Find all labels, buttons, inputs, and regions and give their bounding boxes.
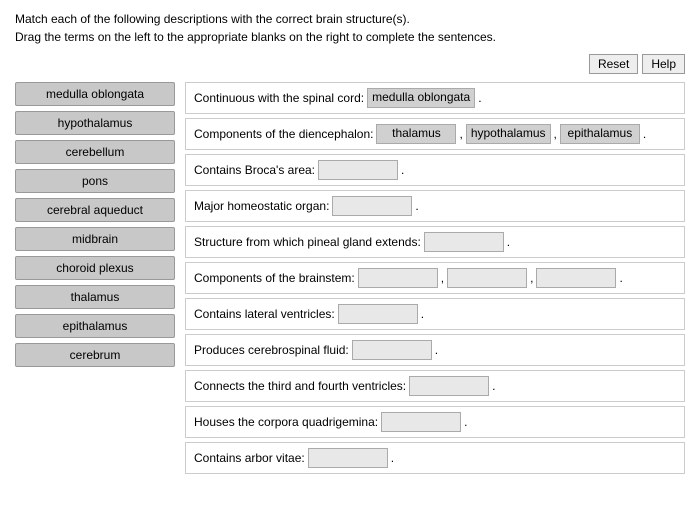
sentence-row: Continuous with the spinal cord: medulla… xyxy=(185,82,685,114)
drop-box[interactable] xyxy=(358,268,438,288)
sentence-prefix: Contains arbor vitae: xyxy=(194,451,305,465)
sentence-prefix: Components of the brainstem: xyxy=(194,271,355,285)
drop-box[interactable] xyxy=(381,412,461,432)
instruction-line1: Match each of the following descriptions… xyxy=(15,10,685,28)
sentence-row: Contains arbor vitae: . xyxy=(185,442,685,474)
instruction-line2: Drag the terms on the left to the approp… xyxy=(15,28,685,46)
sentence-prefix: Structure from which pineal gland extend… xyxy=(194,235,421,249)
term-chip[interactable]: pons xyxy=(15,169,175,193)
term-chip[interactable]: choroid plexus xyxy=(15,256,175,280)
sentence-prefix: Contains Broca's area: xyxy=(194,163,315,177)
sentence-row: Contains Broca's area: . xyxy=(185,154,685,186)
term-chip[interactable]: medulla oblongata xyxy=(15,82,175,106)
sentence-period: . xyxy=(619,271,622,285)
sentence-prefix: Contains lateral ventricles: xyxy=(194,307,335,321)
drop-box[interactable]: thalamus xyxy=(376,124,456,144)
term-chip[interactable]: midbrain xyxy=(15,227,175,251)
sentence-prefix: Connects the third and fourth ventricles… xyxy=(194,379,406,393)
sentence-row: Major homeostatic organ: . xyxy=(185,190,685,222)
sentence-row: Structure from which pineal gland extend… xyxy=(185,226,685,258)
term-chip[interactable]: cerebral aqueduct xyxy=(15,198,175,222)
drop-box[interactable]: epithalamus xyxy=(560,124,640,144)
term-chip[interactable]: epithalamus xyxy=(15,314,175,338)
separator: , xyxy=(459,127,462,141)
sentence-period: . xyxy=(435,343,438,357)
right-panel: Continuous with the spinal cord: medulla… xyxy=(185,82,685,474)
sentence-row: Produces cerebrospinal fluid: . xyxy=(185,334,685,366)
sentence-period: . xyxy=(415,199,418,213)
drop-box[interactable] xyxy=(447,268,527,288)
drop-box[interactable] xyxy=(332,196,412,216)
drop-box[interactable] xyxy=(409,376,489,396)
sentence-period: . xyxy=(421,307,424,321)
drop-box[interactable] xyxy=(308,448,388,468)
sentence-period: . xyxy=(492,379,495,393)
sentence-prefix: Produces cerebrospinal fluid: xyxy=(194,343,349,357)
sentence-period: . xyxy=(643,127,646,141)
reset-button[interactable]: Reset xyxy=(589,54,638,74)
drop-box[interactable] xyxy=(536,268,616,288)
sentence-row: Connects the third and fourth ventricles… xyxy=(185,370,685,402)
drop-box[interactable]: hypothalamus xyxy=(466,124,551,144)
sentence-period: . xyxy=(401,163,404,177)
sentence-period: . xyxy=(507,235,510,249)
sentence-row: Components of the brainstem: , , . xyxy=(185,262,685,294)
sentence-prefix: Houses the corpora quadrigemina: xyxy=(194,415,378,429)
sentence-period: . xyxy=(464,415,467,429)
term-chip[interactable]: cerebellum xyxy=(15,140,175,164)
sentence-row: Components of the diencephalon: thalamus… xyxy=(185,118,685,150)
sentence-prefix: Continuous with the spinal cord: xyxy=(194,91,364,105)
drop-box[interactable]: medulla oblongata xyxy=(367,88,475,108)
left-panel: medulla oblongata hypothalamus cerebellum p… xyxy=(15,82,175,474)
sentence-prefix: Major homeostatic organ: xyxy=(194,199,329,213)
separator: , xyxy=(554,127,557,141)
drop-box[interactable] xyxy=(424,232,504,252)
main-area: medulla oblongata hypothalamus cerebellum p… xyxy=(15,82,685,474)
sentence-row: Contains lateral ventricles: . xyxy=(185,298,685,330)
sentence-period: . xyxy=(391,451,394,465)
sentence-row: Houses the corpora quadrigemina: . xyxy=(185,406,685,438)
sentence-period: . xyxy=(478,91,481,105)
separator: , xyxy=(441,271,444,285)
instructions: Match each of the following descriptions… xyxy=(15,10,685,46)
term-chip[interactable]: cerebrum xyxy=(15,343,175,367)
separator: , xyxy=(530,271,533,285)
term-chip[interactable]: hypothalamus xyxy=(15,111,175,135)
drop-box[interactable] xyxy=(338,304,418,324)
sentence-prefix: Components of the diencephalon: xyxy=(194,127,373,141)
top-buttons: Reset Help xyxy=(15,54,685,74)
help-button[interactable]: Help xyxy=(642,54,685,74)
term-chip[interactable]: thalamus xyxy=(15,285,175,309)
drop-box[interactable] xyxy=(352,340,432,360)
drop-box[interactable] xyxy=(318,160,398,180)
